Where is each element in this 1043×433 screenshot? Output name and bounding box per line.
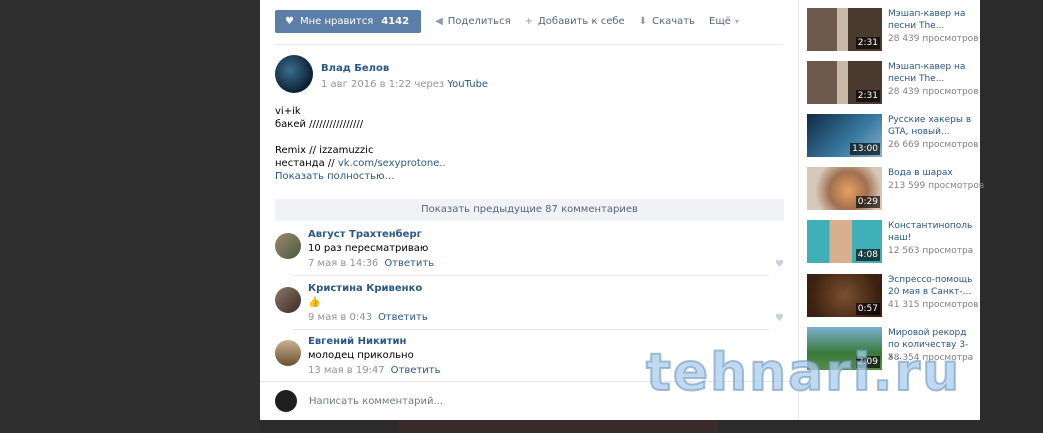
reply-button[interactable]: Ответить bbox=[384, 258, 434, 269]
reply-button[interactable]: Ответить bbox=[391, 365, 441, 376]
author-avatar[interactable] bbox=[275, 55, 313, 93]
video-duration: 4:08 bbox=[855, 249, 880, 261]
divider bbox=[293, 329, 769, 330]
commenter-avatar[interactable] bbox=[275, 340, 301, 366]
desc-line: бакей //////////////// bbox=[275, 119, 364, 130]
comment-text: 👍 bbox=[308, 297, 321, 308]
related-video[interactable]: 13:00 Русские хакеры в GTA, новый... 26 … bbox=[807, 114, 980, 160]
add-label: Добавить к себе bbox=[537, 16, 625, 27]
post-description: vi+ik бакей //////////////// Remix // iz… bbox=[275, 105, 446, 183]
comment-meta: 13 мая в 19:47 Ответить bbox=[308, 365, 440, 376]
heart-icon[interactable]: ♥ bbox=[775, 259, 784, 270]
video-views: 28 439 просмотров bbox=[888, 87, 979, 97]
actions-bar: ♥ Мне нравится 4142 ◀ Поделиться + Добав… bbox=[275, 10, 739, 33]
video-title[interactable]: Мэшап-кавер на песни The... bbox=[888, 8, 980, 32]
add-button[interactable]: + Добавить к себе bbox=[525, 16, 625, 27]
post-meta: 1 авг 2016 в 1:22 через YouTube bbox=[321, 79, 488, 90]
background-strip bbox=[398, 420, 718, 433]
video-views: 213 599 просмотров bbox=[888, 181, 985, 191]
download-label: Скачать bbox=[652, 16, 695, 27]
background-left bbox=[0, 0, 260, 433]
related-video[interactable]: 2:31 Мэшап-кавер на песни The... 28 439 … bbox=[807, 61, 980, 107]
comment-date: 7 мая в 14:36 bbox=[308, 258, 379, 269]
commenter-name[interactable]: Кристина Кривенко bbox=[308, 283, 428, 294]
like-button[interactable]: ♥ Мне нравится 4142 bbox=[275, 10, 422, 33]
desc-text: нестанда // bbox=[275, 158, 338, 169]
commenter-name[interactable]: Евгений Никитин bbox=[308, 336, 440, 347]
download-button[interactable]: ⬇ Скачать bbox=[639, 16, 695, 27]
video-title[interactable]: Константинополь наш! bbox=[888, 220, 980, 244]
heart-icon: ♥ bbox=[285, 16, 294, 27]
video-views: 26 669 просмотров bbox=[888, 140, 979, 150]
video-duration: 2:31 bbox=[855, 90, 880, 102]
comment-meta: 7 мая в 14:36 Ответить bbox=[308, 258, 434, 269]
watermark: tehnari.ru bbox=[645, 342, 962, 404]
more-label: Ещё bbox=[709, 16, 731, 27]
show-previous-comments-button[interactable]: Показать предыдущие 87 комментариев bbox=[275, 199, 784, 221]
video-title[interactable]: Русские хакеры в GTA, новый... bbox=[888, 114, 980, 138]
plus-icon: + bbox=[524, 16, 533, 27]
video-thumbnail[interactable]: 2:31 bbox=[807, 8, 882, 51]
video-thumbnail[interactable]: 0:29 bbox=[807, 167, 882, 210]
divider bbox=[293, 275, 769, 276]
reply-button[interactable]: Ответить bbox=[378, 312, 428, 323]
post-date: 1 авг 2016 в 1:22 через bbox=[321, 79, 445, 90]
show-more-link[interactable]: Показать полностью… bbox=[275, 170, 446, 183]
comment-date: 13 мая в 19:47 bbox=[308, 365, 385, 376]
video-thumbnail[interactable]: 4:08 bbox=[807, 220, 882, 263]
video-title[interactable]: Эспрессо-помощь 20 мая в Санкт-... bbox=[888, 274, 980, 298]
commenter-avatar[interactable] bbox=[275, 233, 301, 259]
post-author: Влад Белов 1 авг 2016 в 1:22 через YouTu… bbox=[275, 55, 488, 93]
video-thumbnail[interactable]: 13:00 bbox=[807, 114, 882, 157]
comment-input[interactable] bbox=[309, 395, 609, 407]
divider bbox=[275, 44, 783, 45]
share-button[interactable]: ◀ Поделиться bbox=[435, 16, 511, 27]
comment-meta: 9 мая в 0:43 Ответить bbox=[308, 312, 428, 323]
related-video[interactable]: 4:08 Константинополь наш! 12 563 просмот… bbox=[807, 220, 980, 266]
video-views: 41 315 просмотров bbox=[888, 300, 979, 310]
share-label: Поделиться bbox=[447, 16, 511, 27]
related-video[interactable]: 0:57 Эспрессо-помощь 20 мая в Санкт-... … bbox=[807, 274, 980, 320]
more-button[interactable]: Ещё ▾ bbox=[709, 16, 739, 27]
like-label: Мне нравится bbox=[299, 16, 374, 27]
desc-link[interactable]: vk.com/sexyprotone.. bbox=[338, 158, 446, 169]
my-avatar bbox=[275, 390, 297, 412]
video-title[interactable]: Мэшап-кавер на песни The... bbox=[888, 61, 980, 85]
like-count: 4142 bbox=[381, 16, 410, 27]
chevron-down-icon: ▾ bbox=[734, 17, 739, 26]
desc-line: нестанда // vk.com/sexyprotone.. bbox=[275, 157, 446, 170]
video-views: 12 563 просмотра bbox=[888, 246, 974, 256]
video-duration: 0:57 bbox=[855, 303, 880, 315]
comment-text: молодец прикольно bbox=[308, 350, 414, 361]
video-views: 28 439 просмотров bbox=[888, 34, 979, 44]
commenter-name[interactable]: Август Трахтенберг bbox=[308, 229, 434, 240]
post-source-link[interactable]: YouTube bbox=[447, 79, 488, 90]
video-duration: 2:31 bbox=[855, 37, 880, 49]
video-duration: 0:29 bbox=[855, 196, 880, 208]
comment-date: 9 мая в 0:43 bbox=[308, 312, 372, 323]
desc-line: vi+ik bbox=[275, 106, 301, 117]
comment-text: 10 раз пересматриваю bbox=[308, 243, 429, 254]
video-thumbnail[interactable]: 0:57 bbox=[807, 274, 882, 317]
desc-line: Remix // izzamuzzic bbox=[275, 145, 374, 156]
video-duration: 13:00 bbox=[850, 143, 880, 155]
commenter-avatar[interactable] bbox=[275, 287, 301, 313]
related-video[interactable]: 2:31 Мэшап-кавер на песни The... 28 439 … bbox=[807, 8, 980, 54]
author-name[interactable]: Влад Белов bbox=[321, 63, 488, 74]
related-video[interactable]: 0:29 Вода в шарах 213 599 просмотров bbox=[807, 167, 984, 213]
video-title[interactable]: Вода в шарах bbox=[888, 167, 980, 179]
heart-icon[interactable]: ♥ bbox=[775, 313, 784, 324]
video-thumbnail[interactable]: 2:31 bbox=[807, 61, 882, 104]
download-icon: ⬇ bbox=[638, 16, 648, 27]
comment-composer bbox=[275, 390, 609, 412]
megaphone-icon: ◀ bbox=[435, 16, 443, 27]
